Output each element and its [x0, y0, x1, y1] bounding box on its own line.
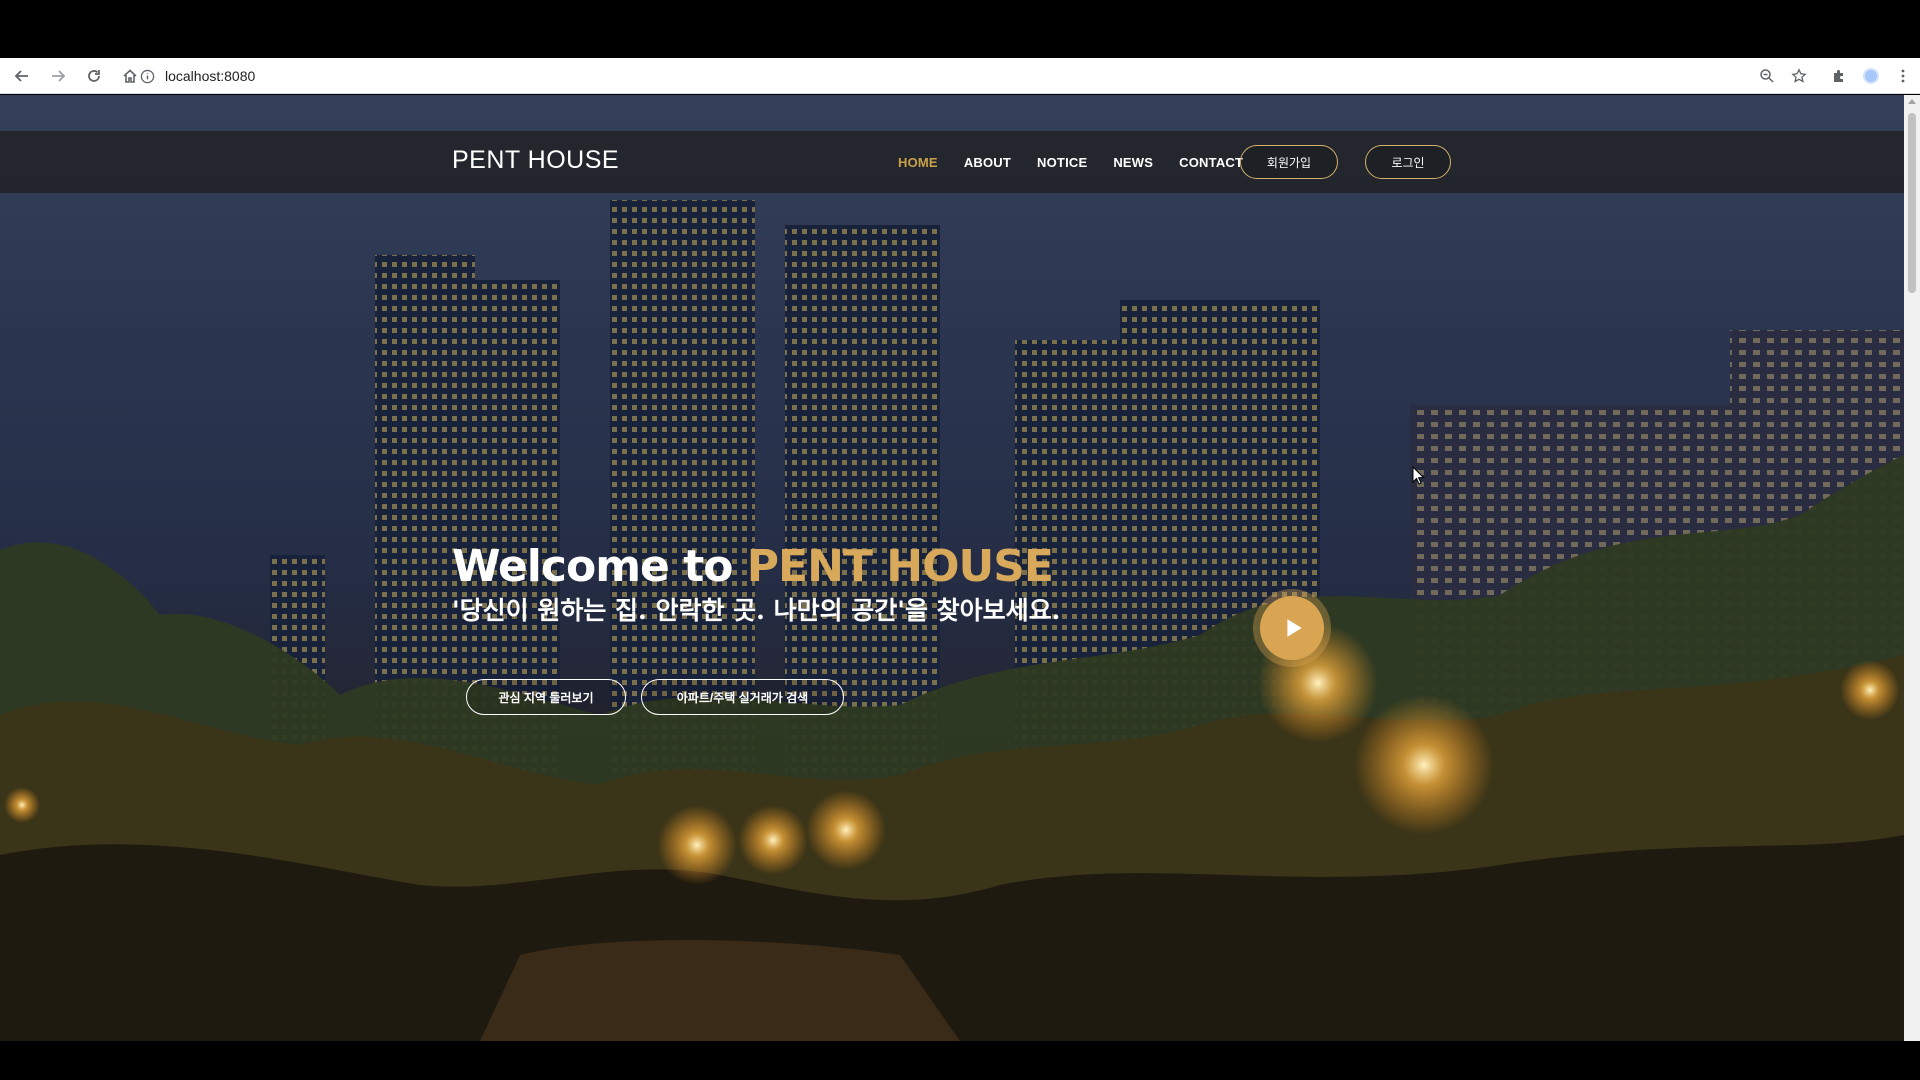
letterbox-top [0, 0, 1920, 58]
main-nav: HOME ABOUT NOTICE NEWS CONTACT [898, 131, 1243, 193]
site-logo[interactable]: PENT HOUSE [452, 146, 619, 175]
forward-icon[interactable] [42, 60, 74, 92]
play-icon[interactable] [1260, 596, 1324, 660]
scroll-up-arrow-icon[interactable] [1908, 99, 1916, 104]
bookmark-star-icon[interactable] [1788, 65, 1810, 87]
nav-contact[interactable]: CONTACT [1179, 155, 1243, 170]
profile-avatar[interactable] [1860, 65, 1882, 87]
site-header: PENT HOUSE HOME ABOUT NOTICE NEWS CONTAC… [0, 131, 1904, 193]
price-search-button[interactable]: 아파트/주택 실거래가 검색 [641, 679, 844, 715]
browse-area-button[interactable]: 관심 지역 둘러보기 [466, 679, 626, 715]
hero-title-accent: PENT HOUSE [746, 541, 1054, 592]
extensions-icon[interactable] [1828, 65, 1850, 87]
hero-title: Welcome to PENT HOUSE [452, 541, 1054, 592]
url-text[interactable]: localhost:8080 [165, 68, 255, 84]
page-viewport: PENT HOUSE HOME ABOUT NOTICE NEWS CONTAC… [0, 95, 1904, 1041]
reload-icon[interactable] [78, 60, 110, 92]
info-icon[interactable] [140, 69, 155, 84]
hero-title-prefix: Welcome to [452, 541, 747, 592]
nav-notice[interactable]: NOTICE [1037, 155, 1087, 170]
mouse-cursor-icon [1412, 466, 1425, 485]
back-icon[interactable] [6, 60, 38, 92]
nav-news[interactable]: NEWS [1113, 155, 1153, 170]
letterbox-bottom [0, 1041, 1920, 1080]
nav-home[interactable]: HOME [898, 155, 938, 170]
play-video-button[interactable] [1253, 589, 1331, 667]
hero-subtitle: '당신이 원하는 집. 안락한 곳. 나만의 공간'을 찾아보세요. [452, 596, 1061, 625]
login-button[interactable]: 로그인 [1365, 145, 1451, 179]
address-bar[interactable]: localhost:8080 [140, 62, 1740, 90]
scroll-thumb[interactable] [1908, 113, 1916, 293]
menu-kebab-icon[interactable] [1892, 65, 1914, 87]
signup-button[interactable]: 회원가입 [1240, 145, 1338, 179]
page-scrollbar[interactable] [1904, 95, 1920, 1041]
browser-toolbar: localhost:8080 [0, 58, 1920, 94]
nav-about[interactable]: ABOUT [964, 155, 1011, 170]
zoom-icon[interactable] [1756, 65, 1778, 87]
